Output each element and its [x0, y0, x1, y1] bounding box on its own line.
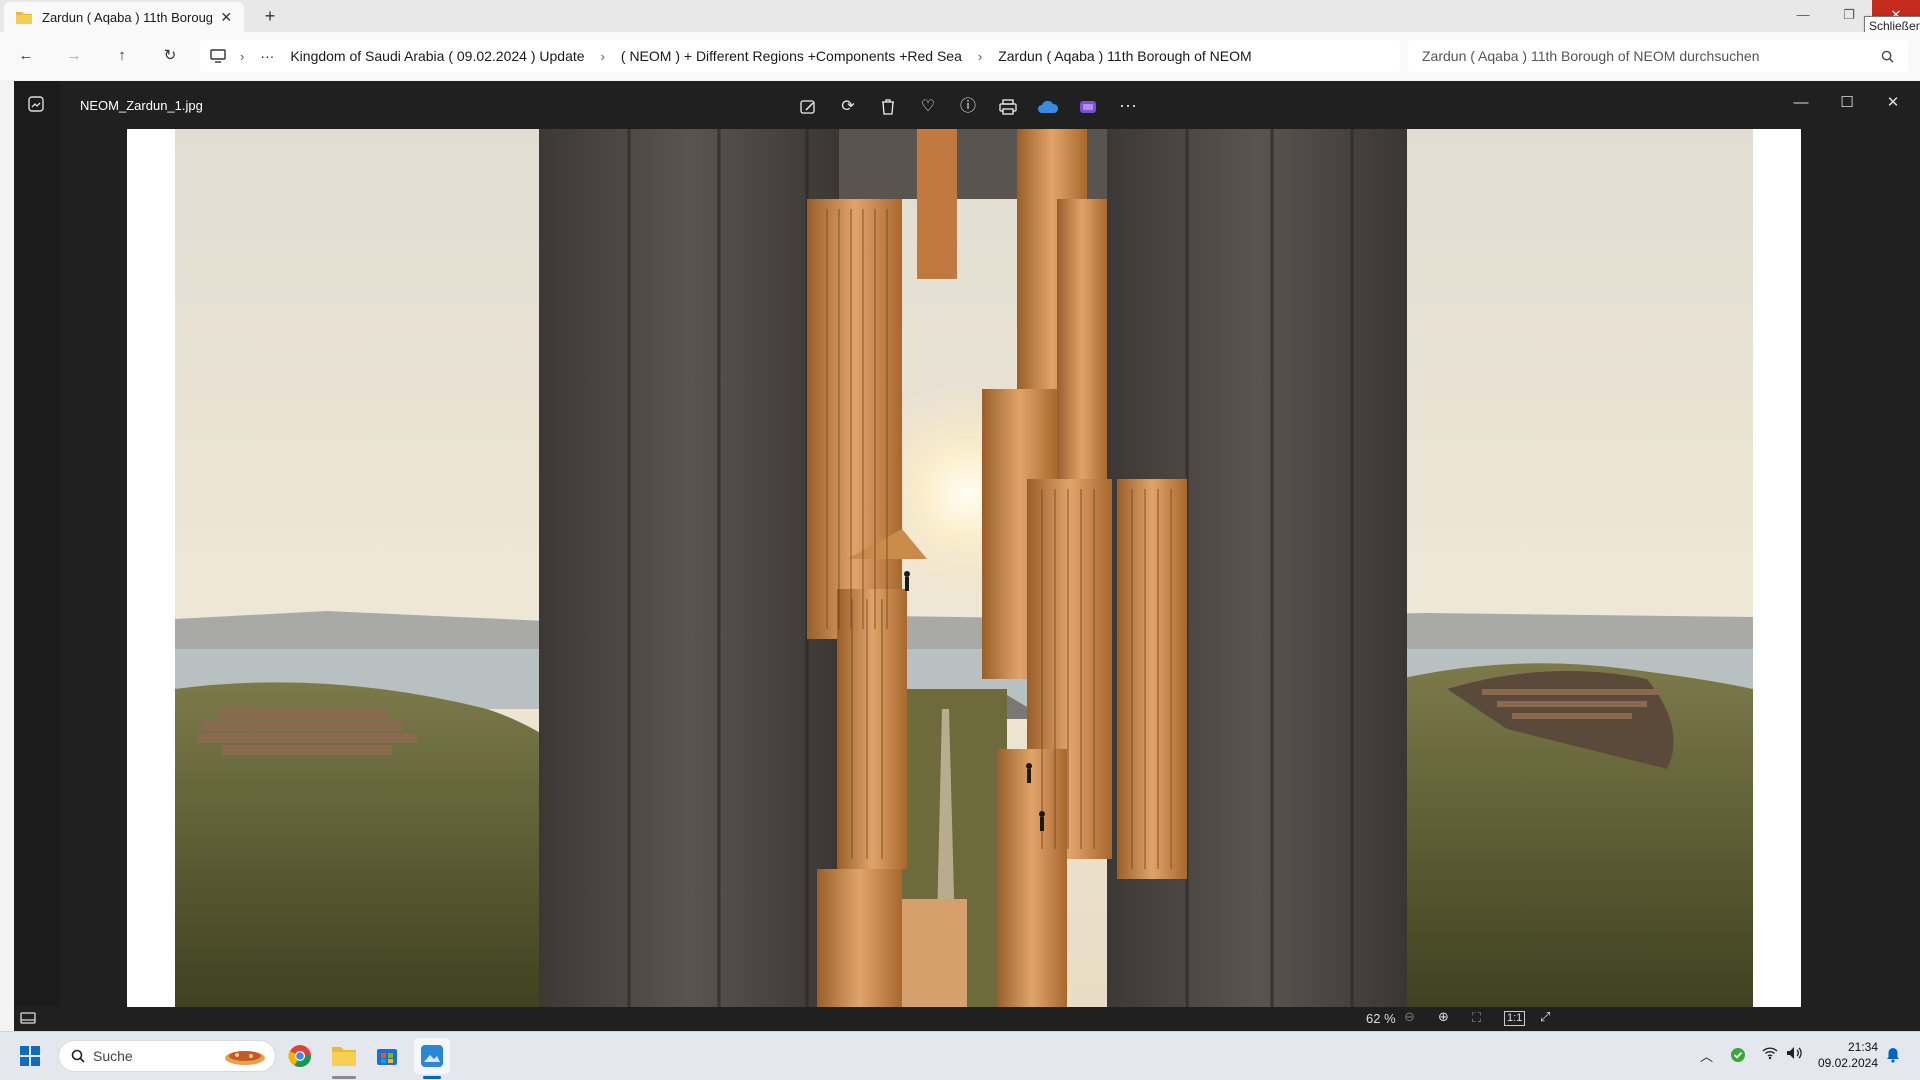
- search-box[interactable]: Zardun ( Aqaba ) 11th Borough of NEOM du…: [1408, 40, 1908, 72]
- taskbar-clock[interactable]: 21:34 09.02.2024: [1812, 1039, 1878, 1071]
- file-explorer-icon[interactable]: [332, 1044, 356, 1066]
- photos-viewer: NEOM_Zardun_1.jpg ⟳ ♡ ⓘ ··· — ☐ ✕ 62 % ⊖…: [14, 81, 1920, 1031]
- chevron-up-icon[interactable]: ︿: [1700, 1046, 1713, 1065]
- viewer-side-strip: [14, 81, 60, 1031]
- viewer-status-bar: 62 % ⊖ ⊕ ⛶ 1:1 ⤢: [14, 1007, 1920, 1031]
- back-button[interactable]: ←: [12, 44, 40, 68]
- taskbar: Suche ︿ 21:34 09.02.2024: [0, 1031, 1920, 1080]
- breadcrumb-item[interactable]: Zardun ( Aqaba ) 11th Borough of NEOM: [998, 48, 1251, 64]
- store-icon[interactable]: [376, 1044, 398, 1066]
- zoom-level: 62 %: [1366, 1011, 1396, 1026]
- active-indicator: [423, 1076, 441, 1079]
- actual-size-icon[interactable]: 1:1: [1504, 1011, 1526, 1026]
- chevron-right-icon: ›: [240, 48, 245, 64]
- running-indicator: [332, 1076, 356, 1079]
- zoom-in-icon[interactable]: ⊕: [1438, 1009, 1449, 1025]
- fit-to-window-icon[interactable]: ⛶: [1472, 1010, 1481, 1026]
- minimize-button[interactable]: —: [1780, 0, 1826, 32]
- filmstrip-icon[interactable]: [20, 1011, 36, 1025]
- edit-icon[interactable]: [795, 95, 821, 119]
- viewer-maximize-button[interactable]: ☐: [1832, 91, 1862, 115]
- zoom-out-icon[interactable]: ⊖: [1404, 1009, 1415, 1025]
- up-button[interactable]: ↑: [108, 44, 136, 68]
- photos-taskbar-button[interactable]: [414, 1038, 450, 1074]
- address-bar[interactable]: › ··· Kingdom of Saudi Arabia ( 09.02.20…: [200, 40, 1400, 72]
- clock-time: 21:34: [1847, 1040, 1878, 1054]
- search-icon: [1881, 50, 1894, 63]
- breadcrumb-item[interactable]: ( NEOM ) + Different Regions +Components…: [621, 48, 962, 64]
- onedrive-icon[interactable]: [1035, 95, 1061, 119]
- refresh-button[interactable]: ↻: [156, 44, 184, 68]
- chrome-icon[interactable]: [288, 1044, 312, 1068]
- image-canvas[interactable]: [127, 129, 1801, 1007]
- chevron-right-icon: ›: [600, 48, 605, 64]
- viewer-close-button[interactable]: ✕: [1878, 91, 1908, 115]
- new-tab-button[interactable]: +: [258, 6, 282, 26]
- clipchamp-icon[interactable]: [1075, 95, 1101, 119]
- security-icon[interactable]: [1730, 1047, 1746, 1063]
- favorite-icon[interactable]: ♡: [915, 95, 941, 119]
- taskbar-search-label: Suche: [93, 1048, 133, 1064]
- breadcrumb-overflow[interactable]: ···: [260, 48, 274, 64]
- print-icon[interactable]: [995, 95, 1021, 119]
- breadcrumb-item[interactable]: Kingdom of Saudi Arabia ( 09.02.2024 ) U…: [290, 48, 584, 64]
- clock-date: 09.02.2024: [1817, 1056, 1878, 1070]
- tab-title: Zardun ( Aqaba ) 11th Borough of NEOM: [42, 9, 213, 25]
- forward-button[interactable]: →: [60, 44, 88, 68]
- fullscreen-icon[interactable]: ⤢: [1540, 1009, 1550, 1025]
- info-icon[interactable]: ⓘ: [955, 95, 981, 119]
- wifi-icon[interactable]: [1762, 1046, 1778, 1060]
- taskbar-search[interactable]: Suche: [58, 1040, 276, 1072]
- windows-start-icon[interactable]: [20, 1046, 40, 1066]
- viewer-minimize-button[interactable]: —: [1786, 91, 1816, 115]
- file-name: NEOM_Zardun_1.jpg: [80, 98, 203, 113]
- search-placeholder: Zardun ( Aqaba ) 11th Borough of NEOM du…: [1422, 48, 1760, 64]
- notification-bell-icon[interactable]: [1886, 1047, 1900, 1063]
- gallery-icon[interactable]: [27, 95, 45, 113]
- search-highlight-icon: [223, 1046, 267, 1066]
- explorer-tab-strip: [0, 0, 1920, 32]
- folder-icon: [16, 10, 32, 24]
- rotate-icon[interactable]: ⟳: [835, 95, 861, 119]
- explorer-tab[interactable]: Zardun ( Aqaba ) 11th Borough of NEOM ✕: [4, 2, 244, 32]
- close-tab-icon[interactable]: ✕: [220, 9, 236, 25]
- volume-icon[interactable]: [1786, 1046, 1804, 1060]
- chevron-right-icon: ›: [977, 48, 983, 64]
- search-icon: [71, 1049, 85, 1063]
- computer-icon: [210, 49, 226, 63]
- neom-zardun-render: [175, 129, 1753, 1007]
- delete-icon[interactable]: [875, 95, 901, 119]
- more-icon[interactable]: ···: [1115, 95, 1141, 119]
